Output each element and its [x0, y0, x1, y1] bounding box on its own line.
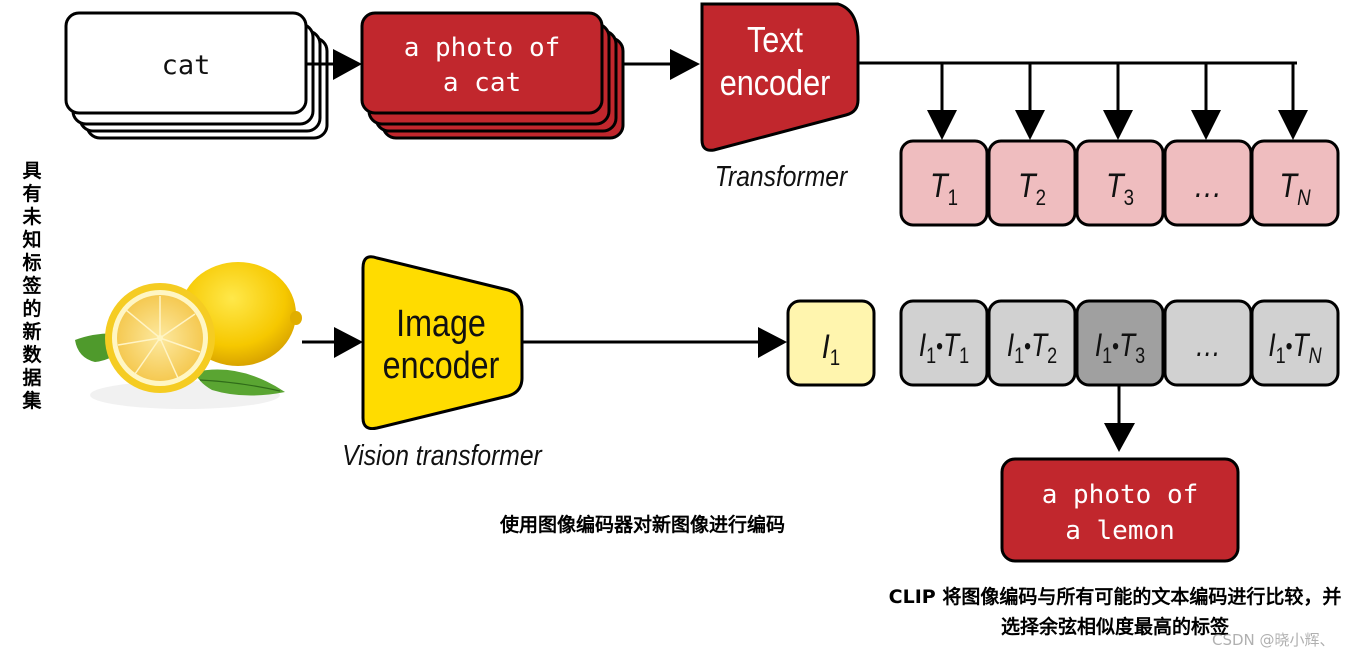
- similarity-cell: …: [1163, 299, 1253, 387]
- prompt-line-2: a cat: [443, 68, 521, 98]
- down-arrow: [1103, 63, 1133, 140]
- image-embedding: I1: [786, 299, 876, 387]
- down-arrow: [1015, 63, 1045, 140]
- predicted-label-line-2: a lemon: [1065, 516, 1175, 546]
- arrow-prompt-to-encoder: [623, 49, 700, 80]
- new-dataset-label: 具有未知标签的新数据集: [22, 160, 42, 412]
- predicted-label: a photo of a lemon: [1000, 457, 1240, 563]
- text-encoder-line-2: encoder: [720, 64, 831, 104]
- image-encoder-line-2: encoder: [383, 345, 500, 387]
- text-embeddings-row: T1 T2 T3 … TN: [899, 139, 1340, 227]
- text-encoder: Text encoder: [700, 2, 860, 152]
- similarity-cell: I1•T1: [899, 299, 989, 387]
- text-embedding-cell: T2: [987, 139, 1077, 227]
- text-embedding-cell: T1: [899, 139, 989, 227]
- arrow-image-to-encoder: [302, 327, 363, 358]
- lemon-photo: [75, 262, 302, 409]
- input-label-stack: cat: [64, 11, 329, 140]
- text-embedding-cell: TN: [1250, 139, 1340, 227]
- arrow-encoder-to-embedding: [522, 327, 787, 358]
- text-embedding-cell: …: [1163, 139, 1253, 227]
- similarity-cell: I1•TN: [1250, 299, 1340, 387]
- clip-diagram: cat a photo of a cat Text encoder Transf…: [64, 2, 1340, 563]
- similarity-row: I1•T1 I1•T2 I1•T3 … I1•TN: [899, 299, 1340, 387]
- text-embedding-label: …: [1194, 166, 1223, 205]
- down-arrow: [927, 63, 957, 140]
- image-encoder: Image encoder: [361, 255, 524, 430]
- prompt-stack: a photo of a cat: [360, 11, 625, 140]
- watermark: CSDN @晓小辉、: [1212, 631, 1335, 649]
- down-arrow: [1278, 63, 1308, 140]
- similarity-label: …: [1195, 329, 1221, 364]
- image-encode-caption: 使用图像编码器对新图像进行编码: [500, 514, 786, 536]
- text-encoder-caption: Transformer: [715, 160, 848, 192]
- predicted-label-line-1: a photo of: [1042, 480, 1199, 510]
- down-arrow: [1191, 63, 1221, 140]
- image-encoder-caption: Vision transformer: [342, 439, 542, 471]
- image-encoder-line-1: Image: [396, 303, 486, 345]
- similarity-cell: I1•T2: [987, 299, 1077, 387]
- arrow-best-match-to-result: [1104, 385, 1135, 452]
- prompt-card: [360, 11, 604, 115]
- text-encoder-line-1: Text: [747, 21, 804, 61]
- similarity-cell-best: I1•T3: [1075, 299, 1165, 387]
- prompt-line-1: a photo of: [404, 33, 561, 63]
- text-embedding-arrows: [927, 63, 1308, 140]
- text-embedding-cell: T3: [1075, 139, 1165, 227]
- input-label-text: cat: [162, 50, 211, 81]
